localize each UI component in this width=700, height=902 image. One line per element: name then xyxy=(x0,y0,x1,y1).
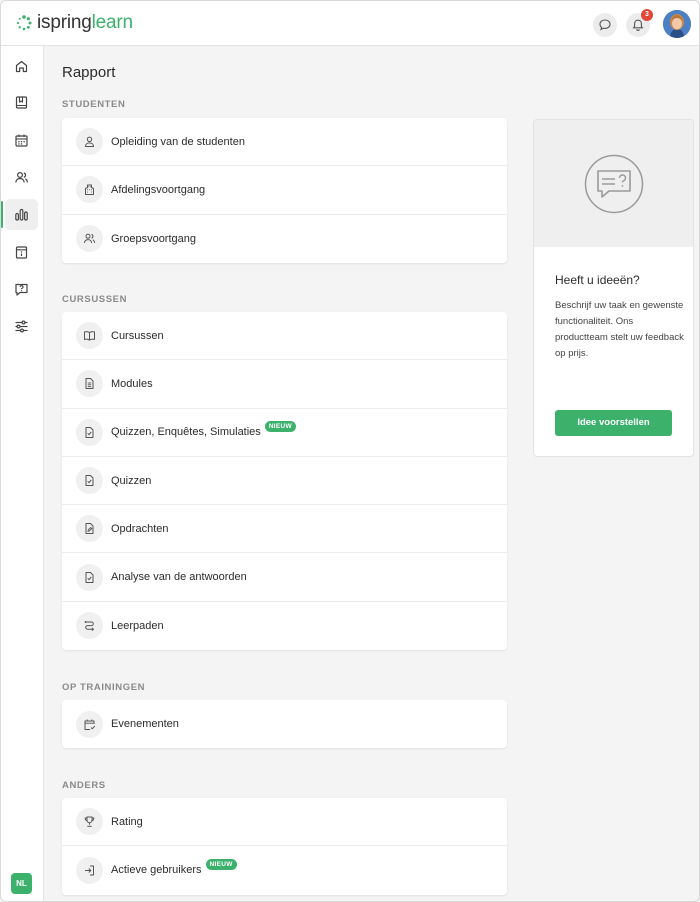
list-item-text: Quizzen, Enquêtes, Simulaties xyxy=(111,426,261,439)
open-book-icon xyxy=(76,322,103,350)
sidebar-item-reports[interactable] xyxy=(1,199,38,230)
logo-icon xyxy=(16,15,32,31)
sidebar-item-users[interactable] xyxy=(5,162,38,193)
idea-title: Heeft u ideeën? xyxy=(555,273,640,287)
list-item-department-progress[interactable]: Afdelingsvoortgang xyxy=(62,166,507,215)
page-title: Rapport xyxy=(62,64,116,81)
sidebar-item-library[interactable] xyxy=(5,87,38,118)
list-item-label: Actieve gebruikers NIEUW xyxy=(111,859,237,877)
question-icon xyxy=(15,283,28,296)
list-item-active-users[interactable]: Actieve gebruikers NIEUW xyxy=(62,846,507,894)
idea-panel: Heeft u ideeën? Beschrijf uw taak en gew… xyxy=(533,119,694,457)
list-item-label: Afdelingsvoortgang xyxy=(111,183,206,196)
list-item-learning-paths[interactable]: Leerpaden xyxy=(62,602,507,650)
trophy-icon xyxy=(76,808,103,836)
home-icon xyxy=(15,60,28,73)
section-label-students: STUDENTEN xyxy=(62,99,126,110)
group-icon xyxy=(76,225,103,253)
new-badge: NIEUW xyxy=(264,420,296,432)
login-icon xyxy=(76,856,103,884)
section-label-other: ANDERS xyxy=(62,780,106,791)
list-item-answer-analysis[interactable]: Analyse van de antwoorden xyxy=(62,553,507,602)
logo[interactable]: ispringlearn xyxy=(16,12,133,34)
sidebar-item-home[interactable] xyxy=(5,51,38,82)
section-label-courses: CURSUSSEN xyxy=(62,294,128,305)
top-bar: ispringlearn 3 xyxy=(1,1,699,46)
sidebar-item-help[interactable] xyxy=(5,274,38,305)
sidebar: NL xyxy=(1,46,44,901)
checklist-icon xyxy=(76,418,103,446)
sliders-icon xyxy=(15,320,28,333)
section-label-trainings: OP TRAININGEN xyxy=(62,682,146,693)
bar-chart-icon xyxy=(15,208,28,221)
checklist-icon xyxy=(76,467,103,495)
notification-badge: 3 xyxy=(641,9,653,21)
list-item-label: Evenementen xyxy=(111,718,179,731)
list-item-label: Leerpaden xyxy=(111,619,164,632)
users-icon xyxy=(15,171,28,183)
logo-text: ispringlearn xyxy=(37,12,133,34)
idea-illustration xyxy=(534,120,693,247)
list-item-events[interactable]: Evenementen xyxy=(62,700,507,748)
list-item-label: Modules xyxy=(111,377,153,390)
list-item-courses[interactable]: Cursussen xyxy=(62,312,507,361)
sidebar-item-calendar[interactable] xyxy=(5,125,38,156)
logo-suffix: learn xyxy=(91,12,133,33)
edit-document-icon xyxy=(76,515,103,543)
list-item-label: Quizzen, Enquêtes, Simulaties NIEUW xyxy=(111,420,296,439)
info-icon xyxy=(15,246,28,259)
idea-description: Beschrijf uw taak en gewenste functional… xyxy=(555,300,684,359)
list-item-rating[interactable]: Rating xyxy=(62,798,507,847)
list-item-label: Quizzen xyxy=(111,474,152,487)
chat-icon xyxy=(599,19,611,31)
list-item-label: Rating xyxy=(111,815,143,828)
notifications-button[interactable]: 3 xyxy=(626,9,653,37)
list-item-quizzes-surveys-simulations[interactable]: Quizzen, Enquêtes, Simulaties NIEUW xyxy=(62,409,507,457)
list-item-assignments[interactable]: Opdrachten xyxy=(62,505,507,554)
card-students: Opleiding van de studenten Afdelingsvoor… xyxy=(62,118,507,263)
list-item-label: Opleiding van de studenten xyxy=(111,135,245,148)
list-item-label: Opdrachten xyxy=(111,522,169,535)
logo-prefix: ispring xyxy=(37,12,92,33)
path-icon xyxy=(76,612,103,640)
calendar-check-icon xyxy=(76,710,103,738)
list-item-modules[interactable]: Modules xyxy=(62,360,507,409)
document-icon xyxy=(76,370,103,398)
user-photo xyxy=(663,10,691,38)
card-other: Rating Actieve gebruikers NIEUW xyxy=(62,798,507,895)
user-icon xyxy=(76,128,103,156)
card-courses: Cursussen Modules Quizzen, Enquêtes, Sim… xyxy=(62,312,507,651)
list-item-quizzes[interactable]: Quizzen xyxy=(62,457,507,506)
sidebar-item-info[interactable] xyxy=(5,237,38,268)
building-icon xyxy=(76,176,103,204)
list-item-text: Actieve gebruikers xyxy=(111,864,202,877)
list-item-group-progress[interactable]: Groepsvoortgang xyxy=(62,215,507,263)
chat-button[interactable] xyxy=(593,13,617,37)
chat-question-icon xyxy=(584,154,644,214)
sidebar-item-settings[interactable] xyxy=(5,311,38,342)
list-item-label: Cursussen xyxy=(111,329,164,342)
language-switch[interactable]: NL xyxy=(11,873,32,894)
list-item-label: Groepsvoortgang xyxy=(111,232,196,245)
list-item-student-training[interactable]: Opleiding van de studenten xyxy=(62,118,507,167)
book-icon xyxy=(15,96,28,109)
list-item-label: Analyse van de antwoorden xyxy=(111,571,247,584)
suggest-idea-button[interactable]: Idee voorstellen xyxy=(555,410,672,436)
app-window: ispringlearn 3 NL Rapport STUDENTEN Ople… xyxy=(0,0,700,902)
card-trainings: Evenementen xyxy=(62,700,507,749)
avatar[interactable] xyxy=(663,10,691,38)
new-badge: NIEUW xyxy=(205,859,237,871)
checklist-icon xyxy=(76,563,103,591)
calendar-icon xyxy=(15,134,28,147)
